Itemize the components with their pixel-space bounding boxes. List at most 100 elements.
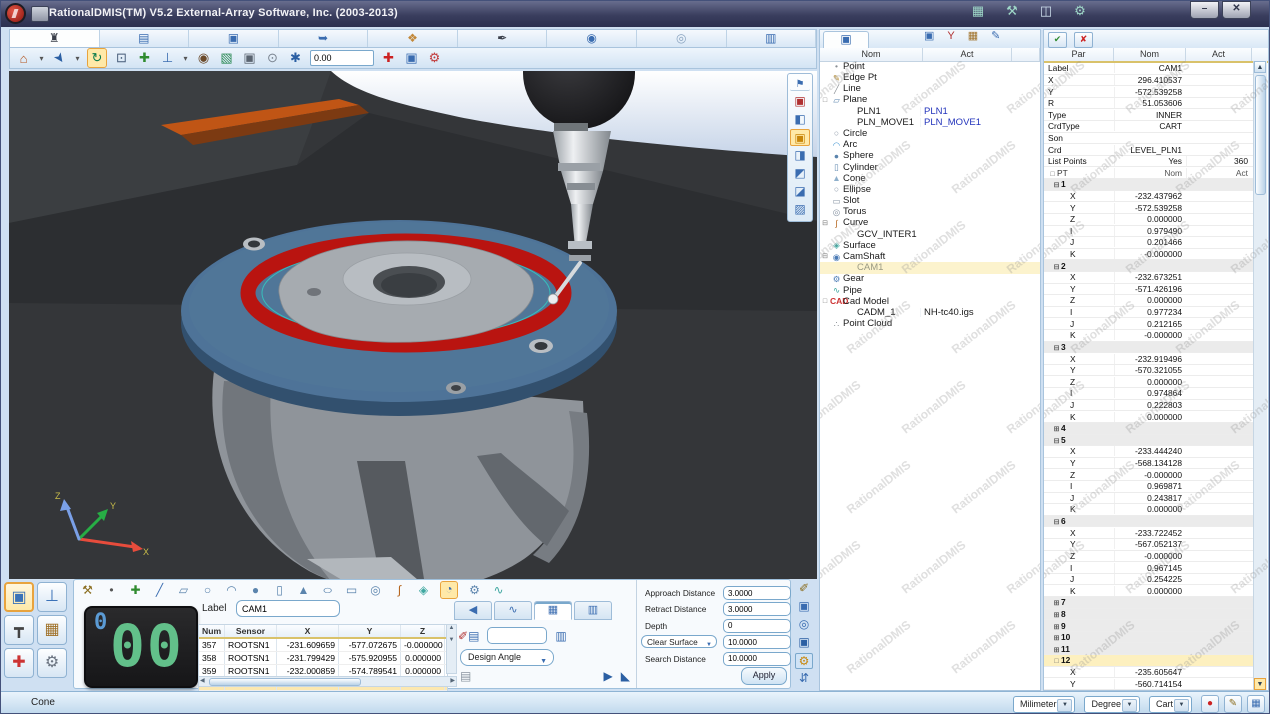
cube-icon[interactable]: ▣ [924,31,934,42]
tree-item-edge-pt[interactable]: ✎Edge Pt [820,72,1040,83]
cancel-button[interactable]: ✘ [1074,32,1093,48]
property-row[interactable]: ⊟ 1 [1044,179,1254,191]
row-expander[interactable]: ⊞ [1052,426,1061,433]
property-row[interactable]: Y-572.539258 [1044,86,1254,98]
angle-input[interactable] [310,50,374,66]
tab-media[interactable]: ◎ [637,30,727,47]
tree-expander[interactable]: ⊟ [820,220,830,227]
property-row[interactable]: ⊟ 2 [1044,260,1254,272]
tab-scan-curve[interactable]: ∿ [494,601,532,620]
tree-item-plane[interactable]: □▱Plane [820,95,1040,106]
property-row[interactable]: Y-571.426196 [1044,284,1254,296]
tab-display[interactable]: ▥ [727,30,817,47]
select-cursor-icon[interactable]: ➤ [48,46,71,69]
scroll-thumb[interactable] [1255,75,1266,195]
property-row[interactable]: I0.967145 [1044,562,1254,574]
tab-window[interactable]: ▣ [189,30,279,47]
tree-item-point-cloud[interactable]: ∴Point Cloud [820,318,1040,329]
row-expander[interactable]: □ [1052,658,1061,665]
clear-surface-select[interactable]: Clear Surface▼ [641,635,717,648]
tree-expander[interactable]: □ [820,97,830,104]
tree-expander[interactable]: □ [820,298,830,305]
fit-view-icon[interactable]: ✚ [136,50,153,66]
camera-icon[interactable]: ▣ [241,50,258,66]
pen-icon[interactable]: ✎ [1224,695,1242,713]
column-act[interactable]: Act [923,48,1012,61]
property-row[interactable]: Y-567.052137 [1044,539,1254,551]
pin-icon[interactable]: ⚑ [790,77,810,91]
column-sensor[interactable]: Sensor [225,625,277,637]
scroll-thumb[interactable] [209,678,361,686]
property-row[interactable]: J0.243817 [1044,493,1254,505]
property-row[interactable]: K0.000000 [1044,585,1254,597]
record-icon[interactable]: ⊙ [264,50,281,66]
probe-gear-icon[interactable]: ⚙ [426,50,443,66]
view-eye-icon[interactable]: ◉ [195,50,212,66]
search-tool-icon[interactable]: ◎ [795,617,813,633]
property-row[interactable]: Z-0.000000 [1044,551,1254,563]
scroll-up-icon[interactable]: ▲ [1254,61,1266,73]
tab-report[interactable]: ▤ [100,30,190,47]
gear-icon[interactable]: ⚙ [467,584,482,596]
tree-item-pln1[interactable]: PLN1PLN1 [820,106,1040,117]
cube-tool-icon[interactable]: ▣ [795,599,813,615]
property-row[interactable]: J0.222803 [1044,400,1254,412]
view-rotate-icon[interactable]: ◧ [790,111,810,128]
column-nom[interactable]: Nom [1114,48,1186,61]
table-row[interactable]: 358ROOTSN1-231.799429-575.9209550.000000 [199,652,447,665]
row-expander[interactable]: ⊞ [1052,624,1061,631]
approach-distance-input[interactable] [723,586,791,600]
view-zoom-icon[interactable]: ◩ [790,165,810,182]
property-row[interactable]: List PointsYes360 [1044,156,1254,168]
tree-item-camshaft[interactable]: ⊟◉CamShaft [820,251,1040,262]
settings-tool-icon[interactable]: ⚙ [795,653,813,669]
edit-cube-icon[interactable]: ✎ [991,31,1000,42]
point-count-input[interactable] [487,627,547,644]
tab-transfer[interactable]: ➥ [279,30,369,47]
probe-build-icon[interactable]: ◣ [621,670,630,682]
column-x[interactable]: X [277,625,339,637]
row-expander[interactable]: ⊞ [1052,635,1061,642]
tab-monitor[interactable]: ▥ [574,601,612,620]
property-row[interactable]: Y-560.714154 [1044,678,1254,690]
view-fit-icon[interactable]: ◪ [790,183,810,200]
machine-button[interactable]: ⚙ [37,648,67,678]
edit-table-icon[interactable]: ▤ [468,630,479,642]
tree-item-gcv_inter1[interactable]: GCV_INTER1 [820,229,1040,240]
retract-distance-input[interactable] [723,602,791,616]
row-checkbox[interactable]: □ [1048,171,1057,178]
property-row[interactable]: I0.979490 [1044,226,1254,238]
workpiece-button[interactable]: ▣ [4,582,34,612]
plane-icon[interactable]: ▱ [176,584,191,596]
tree-expander[interactable]: ⊟ [820,253,830,260]
cnc-caret[interactable]: ▾ [182,54,189,63]
tools-icon[interactable]: ⚒ [1001,4,1023,22]
tree-item-surface[interactable]: ◈Surface [820,240,1040,251]
view-select-icon[interactable]: ▣ [790,129,810,146]
tree-item-ellipse[interactable]: ○Ellipse [820,184,1040,195]
property-row[interactable]: ⊞ 10 [1044,632,1254,644]
column-y[interactable]: Y [339,625,401,637]
property-row[interactable]: ⊟ 6 [1044,516,1254,528]
render-image-icon[interactable]: ▧ [218,50,235,66]
tab-network[interactable]: ◉ [547,30,637,47]
rotate-view-icon[interactable]: ↻ [87,48,107,68]
grid-icon[interactable]: ▦ [1247,695,1265,713]
property-row[interactable]: X-232.673251 [1044,272,1254,284]
crosshair-icon[interactable]: ✚ [380,50,397,66]
sphere-icon[interactable]: ● [248,584,263,596]
property-row[interactable]: X-232.437962 [1044,191,1254,203]
design-angle-select[interactable]: Design Angle ▼ [460,649,554,666]
erase-icon[interactable]: ✐ [458,630,468,642]
alignment-button[interactable]: ⊥ [37,582,67,612]
property-row[interactable]: K0.000000 [1044,411,1254,423]
minimize-button[interactable]: – [1190,1,1219,19]
scroll-down-icon[interactable]: ▼ [1254,678,1266,690]
property-row[interactable]: □ 12 [1044,655,1254,667]
property-row[interactable]: J0.201466 [1044,237,1254,249]
property-row[interactable]: ⊞ 11 [1044,643,1254,655]
tree-item-cad-model[interactable]: □CADCad Model [820,296,1040,307]
tree-item-curve[interactable]: ⊟∫Curve [820,218,1040,229]
tree-tab[interactable]: ▣ [823,31,869,49]
tree-item-cam1[interactable]: CAM1 [820,262,1040,273]
